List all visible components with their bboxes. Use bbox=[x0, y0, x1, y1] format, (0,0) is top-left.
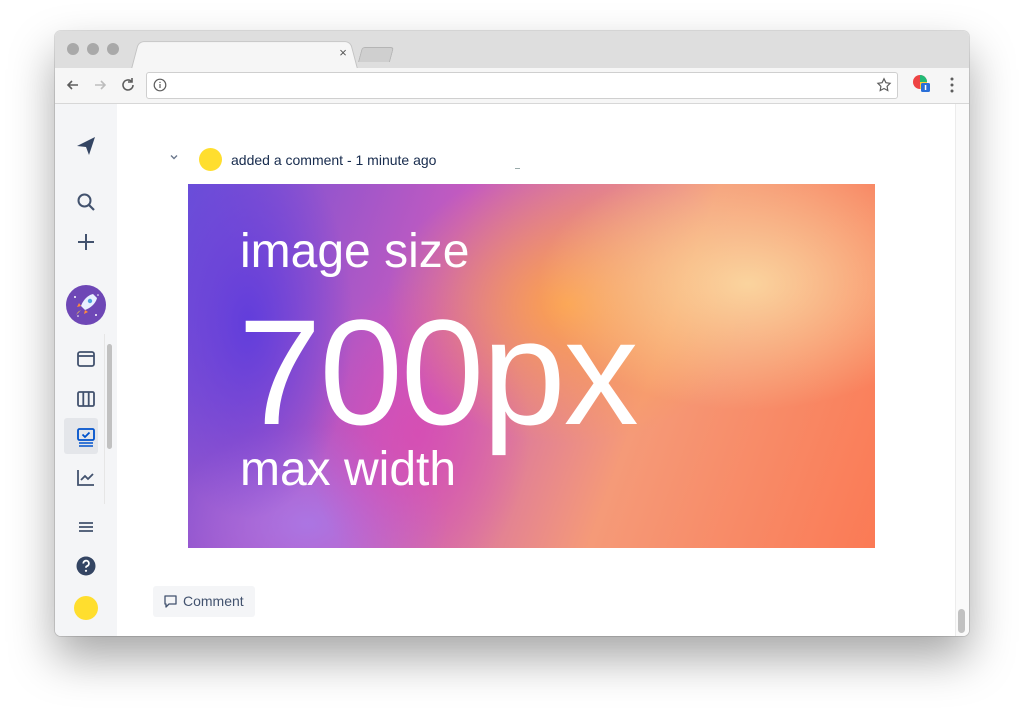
main-scrollbar-thumb[interactable] bbox=[958, 609, 965, 633]
backlog-card-icon[interactable] bbox=[75, 348, 97, 370]
menu-icon[interactable] bbox=[75, 516, 97, 538]
comment-button-label: Comment bbox=[183, 593, 244, 609]
main-scrollbar-track[interactable] bbox=[955, 104, 969, 636]
browser-window: × added a comment - 1 minute ago image s… bbox=[55, 31, 969, 636]
image-text-line3: max width bbox=[240, 443, 457, 496]
tab-close-icon[interactable]: × bbox=[335, 45, 351, 61]
paper-plane-logo-icon[interactable] bbox=[75, 135, 97, 157]
extension-icon[interactable] bbox=[912, 74, 930, 92]
page-content: added a comment - 1 minute ago image siz… bbox=[55, 104, 969, 636]
project-rocket-avatar[interactable] bbox=[66, 285, 106, 325]
forward-icon[interactable] bbox=[90, 75, 110, 95]
chevron-down-icon[interactable] bbox=[168, 151, 180, 163]
comment-header: added a comment - 1 minute ago bbox=[168, 146, 568, 172]
comment-button[interactable]: Comment bbox=[153, 586, 255, 617]
bookmark-star-icon[interactable] bbox=[876, 77, 892, 93]
global-sidebar bbox=[55, 104, 117, 636]
sidebar-divider bbox=[104, 334, 105, 504]
image-text-line2: 700px bbox=[238, 288, 639, 456]
new-tab-button[interactable] bbox=[357, 47, 395, 62]
close-window-button[interactable] bbox=[67, 43, 79, 55]
more-menu-icon[interactable] bbox=[944, 76, 960, 94]
image-text-line1: image size bbox=[240, 225, 470, 278]
divider-mark bbox=[515, 168, 520, 169]
minimize-window-button[interactable] bbox=[87, 43, 99, 55]
tab-strip: × bbox=[55, 31, 969, 69]
active-sprint-icon[interactable] bbox=[75, 426, 97, 448]
zoom-window-button[interactable] bbox=[107, 43, 119, 55]
reload-icon[interactable] bbox=[118, 75, 138, 95]
help-icon[interactable] bbox=[75, 555, 97, 577]
browser-tab[interactable] bbox=[131, 41, 358, 69]
rocket-icon bbox=[74, 294, 99, 317]
sidebar-scrollbar[interactable] bbox=[107, 344, 112, 449]
comment-author-avatar[interactable] bbox=[199, 148, 222, 171]
browser-toolbar bbox=[55, 68, 969, 104]
user-avatar[interactable] bbox=[74, 596, 98, 620]
reports-chart-icon[interactable] bbox=[75, 466, 97, 488]
address-bar[interactable] bbox=[146, 72, 898, 99]
board-columns-icon[interactable] bbox=[75, 388, 97, 410]
comment-image[interactable]: image size 700px max width bbox=[188, 184, 875, 548]
info-icon[interactable] bbox=[153, 78, 167, 92]
back-icon[interactable] bbox=[63, 75, 83, 95]
comment-meta: added a comment - 1 minute ago bbox=[231, 152, 437, 168]
plus-icon[interactable] bbox=[75, 231, 97, 253]
speech-bubble-icon bbox=[164, 595, 177, 608]
search-icon[interactable] bbox=[75, 191, 97, 213]
